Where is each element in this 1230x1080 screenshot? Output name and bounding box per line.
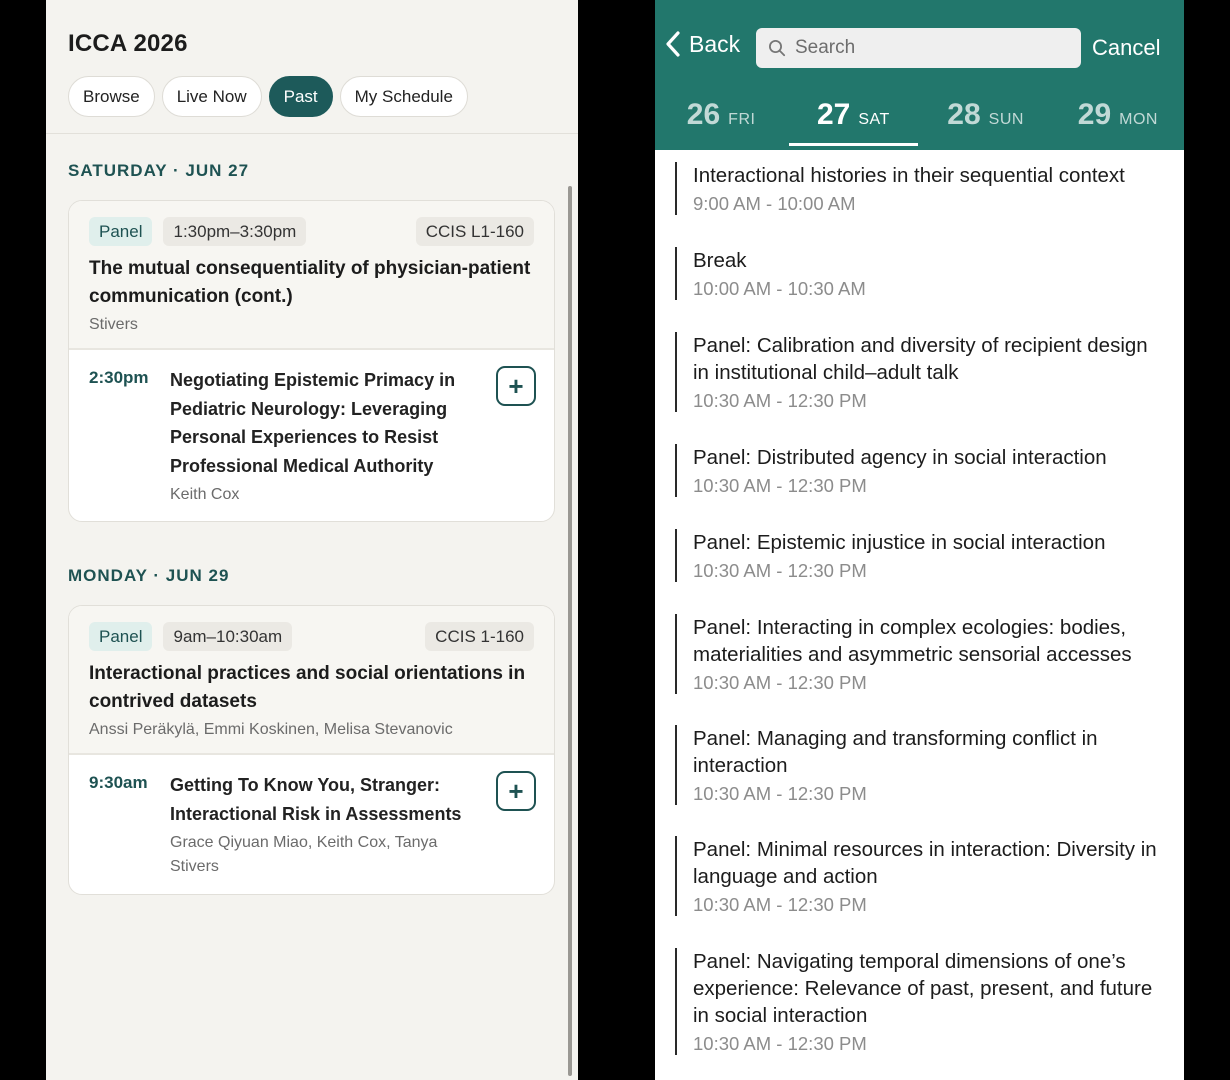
session-people: Stivers bbox=[89, 316, 138, 333]
session-item[interactable]: Panel: Minimal resources in interaction:… bbox=[675, 836, 1165, 916]
session-item-title: Panel: Minimal resources in interaction:… bbox=[693, 838, 1157, 888]
session-item-time: 10:30 AM - 12:30 PM bbox=[693, 894, 867, 915]
schedule-header: Back Cancel 26 FRI 27 SAT 28 SUN bbox=[655, 0, 1184, 150]
session-item-title: Panel: Calibration and diversity of reci… bbox=[693, 334, 1148, 384]
add-to-schedule-button[interactable]: + bbox=[496, 771, 536, 811]
talk-people: Grace Qiyuan Miao, Keith Cox, Tanya Stiv… bbox=[170, 834, 438, 875]
back-label: Back bbox=[689, 30, 741, 57]
talk-title: Getting To Know You, Stranger: Interacti… bbox=[170, 775, 462, 824]
session-type-badge: Panel bbox=[89, 622, 153, 651]
session-item-time: 10:30 AM - 12:30 PM bbox=[693, 475, 867, 496]
session-title: Interactional practices and social orien… bbox=[89, 663, 526, 712]
talk-item[interactable]: 2:30pm Negotiating Epistemic Primacy in … bbox=[69, 350, 554, 521]
session-item-title: Interactional histories in their sequent… bbox=[693, 164, 1125, 187]
session-item[interactable]: Panel: Managing and transforming conflic… bbox=[675, 725, 1165, 805]
session-item-time: 9:00 AM - 10:00 AM bbox=[693, 193, 856, 214]
day-number: 28 bbox=[947, 98, 981, 131]
session-card[interactable]: Panel 1:30pm–3:30pm CCIS L1-160 The mutu… bbox=[68, 200, 555, 522]
talk-title: Negotiating Epistemic Primacy in Pediatr… bbox=[170, 370, 456, 476]
day-heading-monday: MONDAY · JUN 29 bbox=[68, 566, 230, 585]
talk-time: 9:30am bbox=[89, 773, 148, 792]
session-room-badge: CCIS 1-160 bbox=[425, 622, 534, 651]
session-title: The mutual consequentiality of physician… bbox=[89, 258, 531, 307]
session-card-header[interactable]: Panel 9am–10:30am CCIS 1-160 Interaction… bbox=[69, 606, 554, 755]
session-item-time: 10:00 AM - 10:30 AM bbox=[693, 278, 866, 299]
session-chips: Panel 9am–10:30am CCIS 1-160 bbox=[89, 622, 534, 651]
day-heading-saturday: SATURDAY · JUN 27 bbox=[68, 161, 250, 180]
chevron-left-icon bbox=[666, 31, 680, 57]
session-item-time: 10:30 AM - 12:30 PM bbox=[693, 560, 867, 581]
right-app-screen: Back Cancel 26 FRI 27 SAT 28 SUN bbox=[655, 0, 1184, 1080]
tab-live-now[interactable]: Live Now bbox=[161, 76, 262, 117]
day-tab-27[interactable]: 27 SAT bbox=[787, 92, 919, 146]
session-item-time: 10:30 AM - 12:30 PM bbox=[693, 1033, 867, 1054]
session-item[interactable]: Panel: Calibration and diversity of reci… bbox=[675, 332, 1165, 412]
day-of-week: MON bbox=[1119, 111, 1158, 128]
session-item-title: Panel: Interacting in complex ecologies:… bbox=[693, 616, 1132, 666]
day-tab-28[interactable]: 28 SUN bbox=[920, 92, 1052, 146]
session-card-header[interactable]: Panel 1:30pm–3:30pm CCIS L1-160 The mutu… bbox=[69, 201, 554, 350]
day-tab-29[interactable]: 29 MON bbox=[1052, 92, 1184, 146]
search-input[interactable] bbox=[795, 37, 1075, 59]
session-item-title: Panel: Managing and transforming conflic… bbox=[693, 727, 1098, 777]
talk-time: 2:30pm bbox=[89, 368, 149, 387]
cancel-button[interactable]: Cancel bbox=[1092, 35, 1160, 61]
search-bar[interactable] bbox=[756, 28, 1081, 68]
session-chips: Panel 1:30pm–3:30pm CCIS L1-160 bbox=[89, 217, 534, 246]
app-title: ICCA 2026 bbox=[68, 30, 188, 57]
left-app-screen: ICCA 2026 Browse Live Now Past My Schedu… bbox=[46, 0, 578, 1080]
session-item-time: 10:30 AM - 12:30 PM bbox=[693, 672, 867, 693]
day-tabs: 26 FRI 27 SAT 28 SUN 29 MON bbox=[655, 92, 1184, 146]
tab-browse[interactable]: Browse bbox=[68, 76, 155, 117]
session-item-title: Break bbox=[693, 249, 747, 272]
session-item-title: Panel: Epistemic injustice in social int… bbox=[693, 531, 1106, 554]
session-item[interactable]: Panel: Navigating temporal dimensions of… bbox=[675, 948, 1165, 1055]
left-header: ICCA 2026 Browse Live Now Past My Schedu… bbox=[46, 0, 578, 134]
session-type-badge: Panel bbox=[89, 217, 153, 246]
day-of-week: SUN bbox=[988, 111, 1024, 128]
talk-item[interactable]: 9:30am Getting To Know You, Stranger: In… bbox=[69, 755, 554, 894]
session-item[interactable]: Break 10:00 AM - 10:30 AM bbox=[675, 247, 1165, 300]
day-number: 27 bbox=[816, 98, 851, 131]
session-item-time: 10:30 AM - 12:30 PM bbox=[693, 390, 867, 411]
day-of-week: FRI bbox=[728, 111, 756, 128]
session-item[interactable]: Panel: Interacting in complex ecologies:… bbox=[675, 614, 1165, 694]
session-time-badge: 1:30pm–3:30pm bbox=[163, 217, 307, 246]
day-number: 29 bbox=[1077, 98, 1112, 131]
scrollbar[interactable] bbox=[568, 186, 572, 1076]
tab-past[interactable]: Past bbox=[268, 76, 333, 117]
filter-tabs: Browse Live Now Past My Schedule bbox=[68, 76, 578, 117]
day-of-week: SAT bbox=[858, 111, 890, 128]
session-item[interactable]: Panel: Distributed agency in social inte… bbox=[675, 444, 1165, 497]
tab-my-schedule[interactable]: My Schedule bbox=[339, 76, 468, 117]
session-card[interactable]: Panel 9am–10:30am CCIS 1-160 Interaction… bbox=[68, 605, 555, 895]
session-room-badge: CCIS L1-160 bbox=[415, 217, 534, 246]
day-number: 26 bbox=[686, 98, 721, 131]
session-item-title: Panel: Distributed agency in social inte… bbox=[693, 446, 1107, 469]
add-to-schedule-button[interactable]: + bbox=[496, 366, 536, 406]
session-item[interactable]: Interactional histories in their sequent… bbox=[675, 162, 1165, 215]
day-tab-26[interactable]: 26 FRI bbox=[655, 92, 787, 146]
session-item-title: Panel: Navigating temporal dimensions of… bbox=[693, 950, 1153, 1027]
session-time-badge: 9am–10:30am bbox=[163, 622, 293, 651]
session-item-time: 10:30 AM - 12:30 PM bbox=[693, 783, 867, 804]
session-item[interactable]: Panel: Epistemic injustice in social int… bbox=[675, 529, 1165, 582]
search-icon bbox=[769, 40, 786, 57]
session-people: Anssi Peräkylä, Emmi Koskinen, Melisa St… bbox=[89, 721, 453, 738]
back-button[interactable]: Back bbox=[665, 30, 740, 58]
talk-people: Keith Cox bbox=[170, 486, 240, 503]
